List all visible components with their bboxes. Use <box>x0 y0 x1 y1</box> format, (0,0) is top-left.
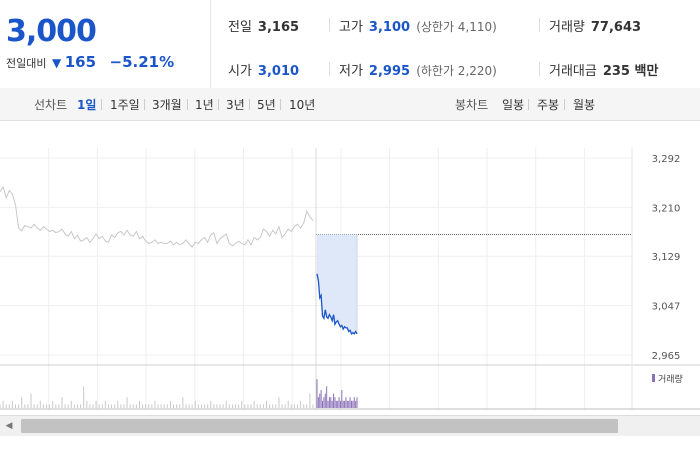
period-3y[interactable]: 3년 <box>226 96 245 113</box>
candle-chart-label: 봉차트 <box>455 98 489 112</box>
change-rate: −5.21% <box>109 53 175 71</box>
high-price: 고가 3,100 (상한가 4,110) <box>339 16 497 35</box>
chart-scrollbar[interactable]: ◀ <box>0 415 700 436</box>
period-bar: 선차트 1일 1주일 3개월 1년 3년 5년 10년 봉차트 일봉 주봉 월봉 <box>0 88 700 121</box>
high-label: 고가 <box>339 20 363 35</box>
volume: 거래량 77,643 <box>549 16 641 35</box>
open-label: 시가 <box>228 64 252 79</box>
current-price: 3,000 <box>6 14 97 49</box>
lower-limit-note: (하한가 2,220) <box>416 64 497 78</box>
period-3m[interactable]: 3개월 <box>152 96 182 113</box>
prev-close: 전일 3,165 <box>228 16 299 35</box>
price-box: 3,000 전일대비 ▼ 165 −5.21% <box>0 0 211 88</box>
prev-day-line <box>0 185 314 249</box>
change-row: 전일대비 ▼ 165 −5.21% <box>6 53 174 71</box>
change-value: 165 <box>64 53 97 71</box>
volume-legend-label: 거래량 <box>658 373 683 385</box>
candle-monthly[interactable]: 월봉 <box>573 96 595 113</box>
quote-panel: 3,000 전일대비 ▼ 165 −5.21% 전일 3,165 고가 3,100 … <box>0 0 700 89</box>
y-tick-label: 3,292 <box>652 154 681 165</box>
scroll-left-icon[interactable]: ◀ <box>2 418 16 434</box>
period-10y[interactable]: 10년 <box>289 96 315 113</box>
y-tick-label: 2,965 <box>652 351 681 362</box>
volume-legend-swatch <box>652 374 655 382</box>
line-chart-label: 선차트 <box>34 98 68 112</box>
low-value: 2,995 <box>368 64 411 79</box>
amount-label: 거래대금 <box>549 64 597 79</box>
price-chart: 3,292 3,210 3,129 3,047 2,965 거래량 <box>0 148 700 410</box>
period-1w[interactable]: 1주일 <box>110 96 140 113</box>
low-label: 저가 <box>339 64 363 79</box>
volume-value: 77,643 <box>590 20 642 35</box>
down-triangle-icon: ▼ <box>51 56 62 70</box>
open-value: 3,010 <box>257 64 300 79</box>
scroll-thumb[interactable] <box>21 419 618 433</box>
upper-limit-note: (상한가 4,110) <box>416 20 497 34</box>
volume-label: 거래량 <box>549 20 585 35</box>
trading-amount: 거래대금 235 백만 <box>549 60 658 79</box>
high-value: 3,100 <box>368 20 411 35</box>
open-price: 시가 3,010 <box>228 60 299 79</box>
low-price: 저가 2,995 (하한가 2,220) <box>339 60 497 79</box>
change-label: 전일대비 <box>6 57 47 70</box>
amount-value: 235 백만 <box>602 64 659 79</box>
period-5y[interactable]: 5년 <box>257 96 276 113</box>
today-shaded-area <box>317 234 357 334</box>
y-tick-label: 3,047 <box>652 302 681 313</box>
prev-close-value: 3,165 <box>257 20 300 35</box>
period-1d[interactable]: 1일 <box>77 96 96 113</box>
candle-weekly[interactable]: 주봉 <box>537 96 559 113</box>
prev-close-label: 전일 <box>228 20 252 35</box>
period-1y[interactable]: 1년 <box>195 96 214 113</box>
candle-daily[interactable]: 일봉 <box>502 96 524 113</box>
price-chart-area: 3,292 3,210 3,129 3,047 2,965 거래량 <box>0 120 700 415</box>
y-tick-label: 3,129 <box>652 252 681 263</box>
y-tick-label: 3,210 <box>652 203 681 214</box>
